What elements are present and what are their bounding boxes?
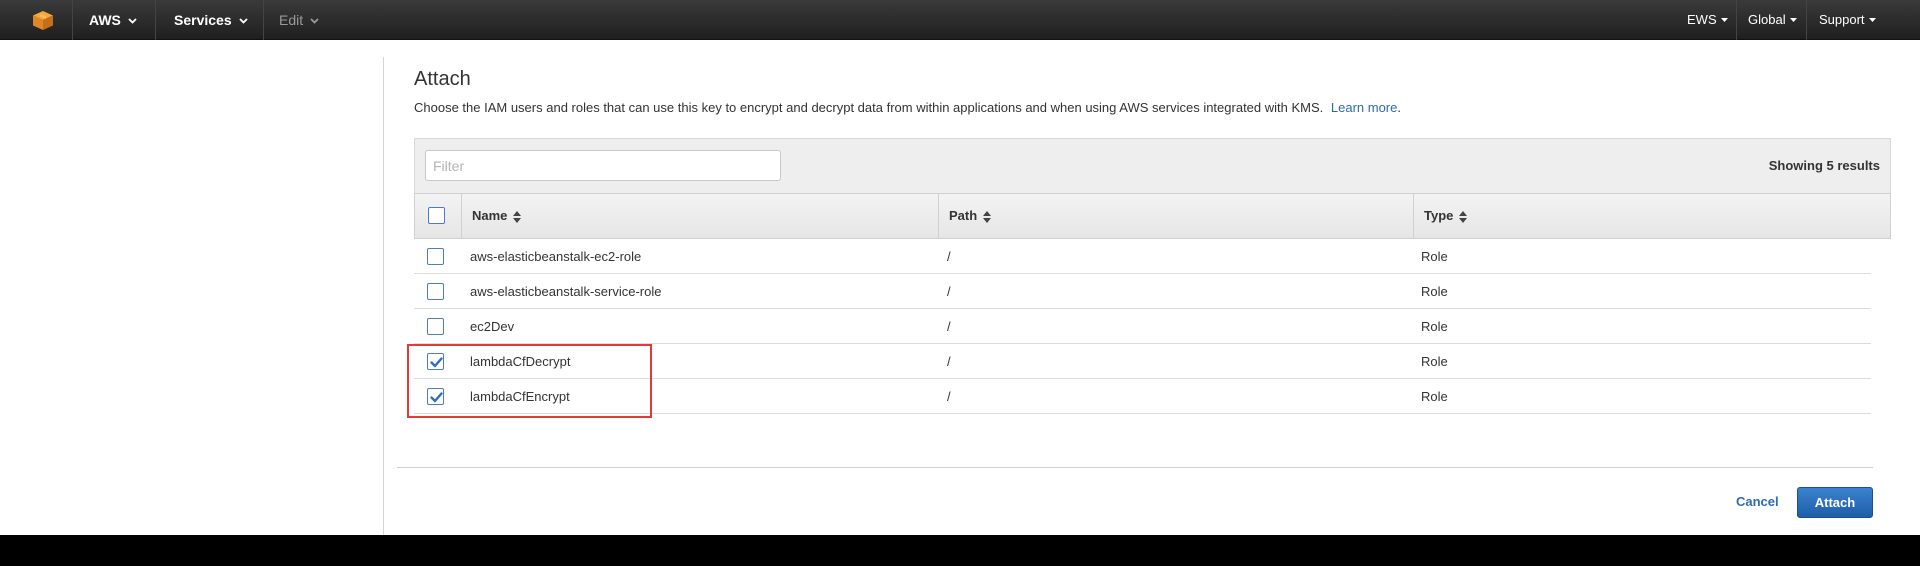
- row-path: /: [947, 319, 951, 334]
- services-menu-label: Services: [174, 12, 232, 28]
- attach-button[interactable]: Attach: [1797, 487, 1873, 518]
- top-navigation-bar: AWS Services Edit EWS Global Support: [0, 0, 1920, 40]
- sidebar-divider: [383, 57, 384, 535]
- row-type: Role: [1421, 284, 1448, 299]
- table-row[interactable]: aws-elasticbeanstalk-service-role / Role: [414, 274, 1871, 309]
- description-text: Choose the IAM users and roles that can …: [414, 100, 1324, 115]
- row-name: aws-elasticbeanstalk-service-role: [470, 284, 662, 299]
- account-menu-label: EWS: [1687, 12, 1717, 27]
- services-menu[interactable]: Services: [174, 0, 248, 40]
- column-header-path[interactable]: Path: [938, 194, 1413, 238]
- row-checkbox[interactable]: [427, 248, 444, 265]
- table-header: Name Path Type: [414, 193, 1891, 239]
- region-menu-label: Global: [1748, 12, 1786, 27]
- caret-down-icon: [1789, 18, 1797, 23]
- column-header-type-label: Type: [1424, 208, 1454, 223]
- column-header-type[interactable]: Type: [1413, 194, 1890, 238]
- row-type: Role: [1421, 319, 1448, 334]
- nav-separator: [155, 0, 156, 40]
- region-menu[interactable]: Global: [1748, 0, 1797, 40]
- aws-menu[interactable]: AWS: [89, 0, 137, 40]
- edit-menu[interactable]: Edit: [279, 0, 319, 40]
- chevron-down-icon: [238, 18, 248, 25]
- column-header-path-label: Path: [949, 208, 978, 223]
- row-path: /: [947, 354, 951, 369]
- bottom-bar: [0, 535, 1920, 566]
- cancel-button[interactable]: Cancel: [1736, 494, 1779, 509]
- sort-icon: [513, 210, 522, 223]
- results-count: Showing 5 results: [1768, 158, 1880, 173]
- caret-down-icon: [1720, 18, 1728, 23]
- sort-icon: [1459, 210, 1468, 223]
- row-type: Role: [1421, 389, 1448, 404]
- row-checkbox[interactable]: [427, 318, 444, 335]
- aws-cube-logo-icon[interactable]: [32, 10, 54, 31]
- caret-down-icon: [1868, 18, 1876, 23]
- table-row[interactable]: aws-elasticbeanstalk-ec2-role / Role: [414, 239, 1871, 274]
- row-checkbox[interactable]: [427, 283, 444, 300]
- row-type: Role: [1421, 354, 1448, 369]
- nav-separator: [263, 0, 264, 40]
- selection-highlight-box: [407, 344, 652, 418]
- footer-divider: [397, 467, 1873, 468]
- row-type: Role: [1421, 249, 1448, 264]
- page-description: Choose the IAM users and roles that can …: [414, 100, 1401, 115]
- learn-more-link[interactable]: Learn more: [1331, 100, 1397, 115]
- nav-separator: [1736, 0, 1737, 40]
- nav-separator: [1806, 0, 1807, 40]
- chevron-down-icon: [128, 18, 137, 25]
- row-path: /: [947, 284, 951, 299]
- page-title: Attach: [414, 68, 471, 90]
- row-path: /: [947, 389, 951, 404]
- chevron-down-icon: [310, 18, 319, 25]
- column-header-name[interactable]: Name: [461, 194, 938, 238]
- row-name: aws-elasticbeanstalk-ec2-role: [470, 249, 642, 264]
- edit-menu-label: Edit: [279, 12, 304, 28]
- aws-menu-label: AWS: [89, 12, 121, 28]
- description-period: .: [1397, 100, 1401, 115]
- support-menu-label: Support: [1819, 12, 1865, 27]
- row-path: /: [947, 249, 951, 264]
- nav-separator: [72, 0, 73, 40]
- filter-input[interactable]: [425, 150, 781, 181]
- account-menu[interactable]: EWS: [1687, 0, 1728, 40]
- sort-icon: [983, 210, 992, 223]
- support-menu[interactable]: Support: [1819, 0, 1876, 40]
- select-all-checkbox[interactable]: [428, 207, 445, 224]
- table-row[interactable]: ec2Dev / Role: [414, 309, 1871, 344]
- column-header-name-label: Name: [472, 208, 508, 223]
- row-name: ec2Dev: [470, 319, 515, 334]
